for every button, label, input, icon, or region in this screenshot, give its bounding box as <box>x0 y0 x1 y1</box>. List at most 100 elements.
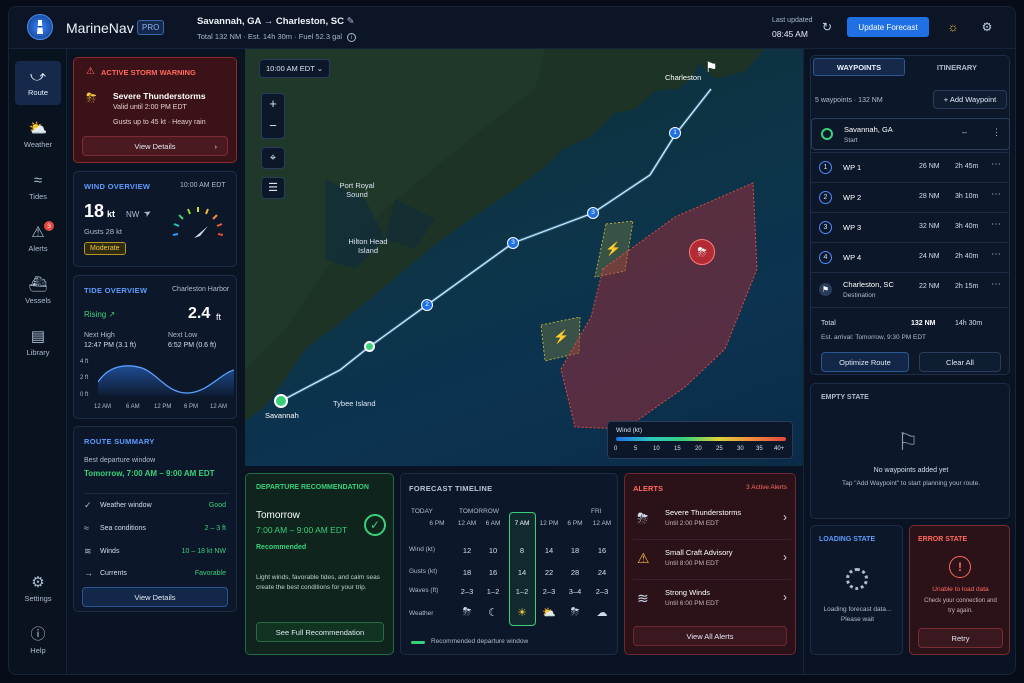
more-menu-icon[interactable]: ⋯ <box>991 159 1001 170</box>
optimize-route-button[interactable]: Optimize Route <box>821 352 909 372</box>
start-marker[interactable] <box>274 394 288 408</box>
waypoint-marker-3b[interactable]: 3 <box>587 207 599 219</box>
nav-settings[interactable]: ⚙ Settings <box>15 567 61 611</box>
right-panel: WAYPOINTS ITINERARY 5 waypoints · 132 NM… <box>803 49 1015 674</box>
more-menu-icon[interactable]: ⋯ <box>991 219 1001 230</box>
waypoint-row[interactable]: 4 WP 4 24 NM 2h 40m ⋯ <box>811 242 1010 272</box>
nav-vessels[interactable]: ⛴ Vessels <box>15 269 61 313</box>
departure-desc: Light winds, favorable tides, and calm s… <box>256 574 380 581</box>
chevron-right-icon: › <box>214 141 218 151</box>
nav-library[interactable]: ▤ Library <box>15 321 61 365</box>
info-icon[interactable]: i <box>347 33 357 42</box>
refresh-icon[interactable]: ↻ <box>817 17 837 37</box>
lightning-icon: ⚡ <box>553 329 570 344</box>
collapse-icon[interactable]: – <box>962 127 967 137</box>
nav-weather[interactable]: ⛅ Weather <box>15 113 61 157</box>
departure-title: DEPARTURE RECOMMENDATION <box>256 484 369 491</box>
more-menu-icon[interactable]: ⋯ <box>991 189 1001 200</box>
start-dot-icon <box>821 128 833 140</box>
drag-handle-icon[interactable]: ⋮ <box>992 127 1001 138</box>
waypoint-name: WP 2 <box>843 193 862 202</box>
chevron-right-icon: › <box>783 590 787 604</box>
wind-icon: ≋ <box>84 546 92 556</box>
nav-route[interactable]: ⤻ Route <box>15 61 61 105</box>
summary-view-details-button[interactable]: View Details <box>82 587 228 607</box>
nav-alerts[interactable]: ⚠ Alerts 3 <box>15 217 61 261</box>
locate-icon[interactable]: ⌖ <box>261 147 285 169</box>
cloud-icon: ☁ <box>596 607 608 619</box>
more-menu-icon[interactable]: ⋯ <box>991 279 1001 290</box>
retry-button[interactable]: Retry <box>918 628 1003 648</box>
timeline-day: TOMORROW <box>459 508 499 515</box>
add-waypoint-button[interactable]: + Add Waypoint <box>933 90 1007 109</box>
update-forecast-button[interactable]: Update Forecast <box>847 17 929 37</box>
tab-waypoints[interactable]: WAYPOINTS <box>813 58 905 76</box>
tide-curve-chart <box>98 365 234 396</box>
waypoint-row[interactable]: 2 WP 2 28 NM 3h 10m ⋯ <box>811 182 1010 212</box>
alert-name: Strong Winds <box>665 588 711 597</box>
alert-icon: ⚠ <box>31 224 45 241</box>
zoom-out-button[interactable]: − <box>262 118 284 133</box>
waypoint-name: WP 3 <box>843 223 862 232</box>
zoom-in-button[interactable]: + <box>262 96 284 111</box>
tab-itinerary[interactable]: ITINERARY <box>911 58 1003 76</box>
alert-item[interactable]: ≋ Strong Winds Until 6:00 PM EDT › <box>633 582 791 620</box>
nav-tides[interactable]: ≈ Tides <box>15 165 61 209</box>
waypoint-marker-3[interactable]: 3 <box>507 237 519 249</box>
alert-item[interactable]: ⛈ Severe Thunderstorms Until 2:00 PM EDT… <box>633 502 791 540</box>
error-msg: Unable to load data <box>932 586 989 593</box>
wind-overview-card: WIND OVERVIEW 10:00 AM EDT 18 kt NW ➤ Gu… <box>73 171 237 267</box>
storm-view-details-button[interactable]: View Details › <box>82 136 228 156</box>
weather-icon: ⛅ <box>28 120 48 137</box>
map-place-label: Port Royal Sound <box>339 181 375 199</box>
view-all-alerts-button[interactable]: View All Alerts <box>633 626 787 646</box>
finish-flag-icon[interactable]: ⚑ <box>705 59 718 76</box>
timeline-day: FRI <box>591 508 602 515</box>
timeline-cell: 24 <box>597 568 607 577</box>
timeline-cell: 1–2 <box>486 587 500 596</box>
midpoint-marker[interactable] <box>364 341 375 352</box>
departure-card: DEPARTURE RECOMMENDATION Tomorrow 7:00 A… <box>245 473 394 655</box>
route-map[interactable]: 10:00 AM EDT ⌄ + − ⌖ ☰ Charleston Port R… <box>245 49 803 466</box>
waypoint-row[interactable]: 1 WP 1 26 NM 2h 45m ⋯ <box>811 152 1010 182</box>
layers-icon[interactable]: ☰ <box>261 177 285 199</box>
legend-tick: 40+ <box>774 446 785 452</box>
arrow-up-right-icon: ↗ <box>108 310 116 319</box>
storm-cell-icon[interactable]: ⛈ <box>689 239 715 265</box>
timeline-cell: 8 <box>519 546 525 555</box>
see-recommendation-button[interactable]: See Full Recommendation <box>256 622 384 642</box>
tide-state-text: Rising <box>84 310 107 319</box>
waypoint-marker-1[interactable]: 1 <box>669 127 681 139</box>
divider <box>84 493 230 494</box>
gear-icon[interactable]: ⚙ <box>977 17 997 37</box>
nav-label: Tides <box>28 192 48 201</box>
warning-triangle-icon: ⚠ <box>86 66 95 77</box>
nav-help[interactable]: ⓘ Help <box>15 619 61 663</box>
timeline-cell: 16 <box>488 568 498 577</box>
legend-gradient <box>616 437 786 441</box>
timeline-cell: 18 <box>462 568 472 577</box>
map-time-select[interactable]: 10:00 AM EDT ⌄ <box>259 59 331 78</box>
current-icon: → <box>84 568 93 578</box>
waypoint-marker-2[interactable]: 2 <box>421 299 433 311</box>
loading-title: LOADING STATE <box>819 536 876 543</box>
loading-msg: Loading forecast data... <box>823 606 892 613</box>
clear-all-button[interactable]: Clear All <box>919 352 1001 372</box>
route-title[interactable]: Savannah, GA → Charleston, SC ✎ <box>197 16 355 27</box>
waypoint-start-row[interactable]: Savannah, GA Start – ⋮ <box>811 118 1010 150</box>
app-name: MarineNav <box>66 20 134 36</box>
waves-icon: ≈ <box>84 523 89 533</box>
map-place-label: Savannah <box>265 411 299 420</box>
waypoint-dest-row[interactable]: ⚑ Charleston, SC Destination 22 NM 2h 15… <box>811 272 1010 308</box>
sun-theme-icon[interactable]: ☼ <box>943 17 963 37</box>
last-updated-label: Last updated <box>772 17 813 24</box>
zoom-controls: + − <box>261 93 285 139</box>
dest-time: 2h 15m <box>955 283 979 290</box>
edit-pencil-icon[interactable]: ✎ <box>347 16 355 27</box>
vessel-icon: ⛴ <box>28 276 48 293</box>
waypoint-row[interactable]: 3 WP 3 32 NM 3h 40m ⋯ <box>811 212 1010 242</box>
more-menu-icon[interactable]: ⋯ <box>991 249 1001 260</box>
summary-row-value: Good <box>208 502 226 509</box>
alert-item[interactable]: ⚠ Small Craft Advisory Until 8:00 PM EDT… <box>633 542 791 580</box>
timeline-cell: 22 <box>544 568 554 577</box>
